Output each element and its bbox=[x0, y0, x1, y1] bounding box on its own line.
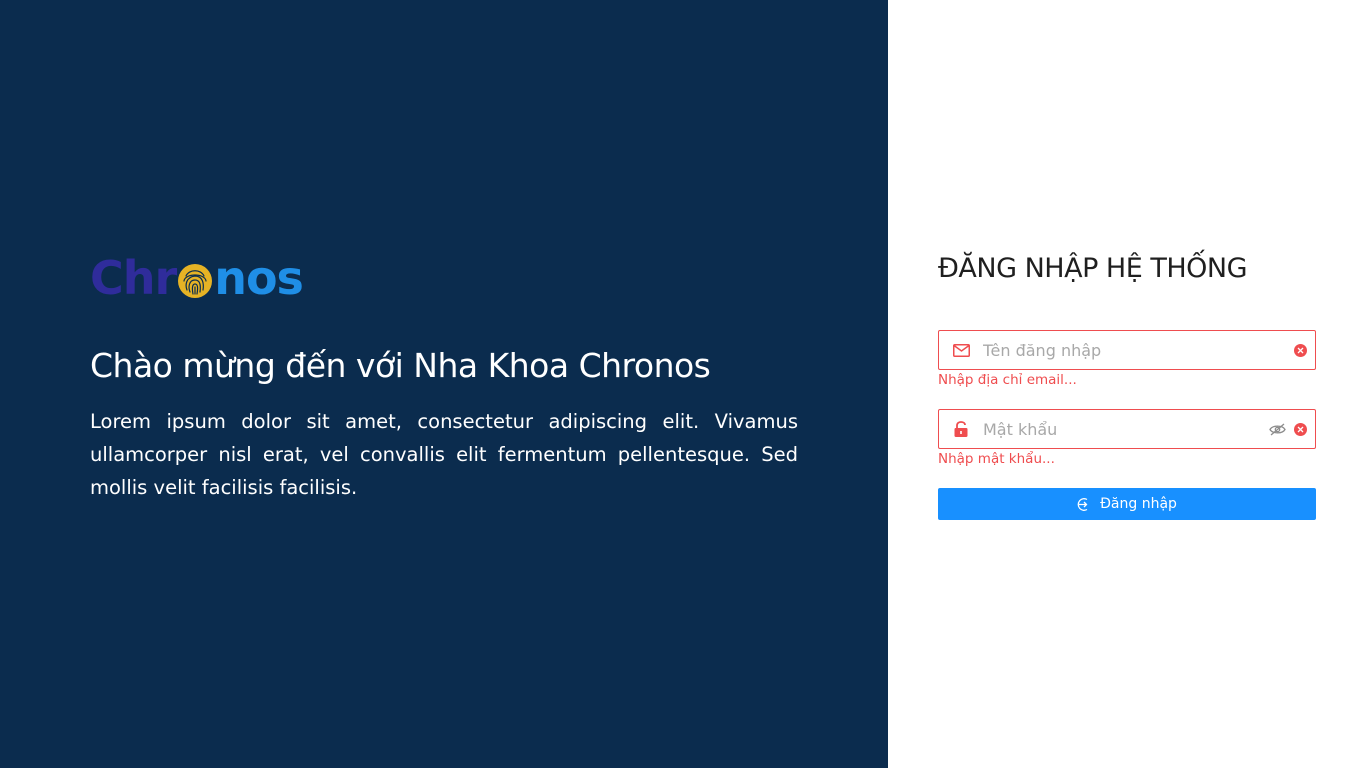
welcome-panel: Chr nos Chào mừng đến với Nha Khoa Chron… bbox=[0, 0, 888, 768]
login-page: Chr nos Chào mừng đến với Nha Khoa Chron… bbox=[0, 0, 1366, 768]
password-field[interactable] bbox=[938, 409, 1316, 449]
username-error: Nhập địa chỉ email... bbox=[938, 372, 1077, 388]
clear-icon[interactable] bbox=[1294, 343, 1307, 357]
lock-icon bbox=[939, 421, 983, 437]
login-icon bbox=[1077, 497, 1092, 512]
chronos-logo: Chr nos bbox=[90, 251, 304, 305]
logo-text-chr: Chr bbox=[90, 251, 177, 305]
password-error: Nhập mật khẩu... bbox=[938, 451, 1055, 467]
mail-icon bbox=[939, 343, 983, 357]
clear-icon[interactable] bbox=[1294, 422, 1307, 436]
username-field[interactable] bbox=[938, 330, 1316, 370]
password-input[interactable] bbox=[983, 410, 1269, 448]
login-panel: ĐĂNG NHẬP HỆ THỐNG Nhập địa chỉ email... bbox=[888, 0, 1366, 768]
fingerprint-icon bbox=[177, 260, 213, 298]
eye-invisible-icon[interactable] bbox=[1269, 423, 1286, 436]
username-input[interactable] bbox=[983, 331, 1294, 369]
login-title: ĐĂNG NHẬP HỆ THỐNG bbox=[938, 253, 1248, 284]
logo-text-nos: nos bbox=[214, 251, 304, 305]
login-button[interactable]: Đăng nhập bbox=[938, 488, 1316, 520]
login-button-label: Đăng nhập bbox=[1100, 496, 1177, 512]
welcome-description: Lorem ipsum dolor sit amet, consectetur … bbox=[90, 410, 798, 499]
welcome-heading: Chào mừng đến với Nha Khoa Chronos bbox=[90, 346, 711, 385]
